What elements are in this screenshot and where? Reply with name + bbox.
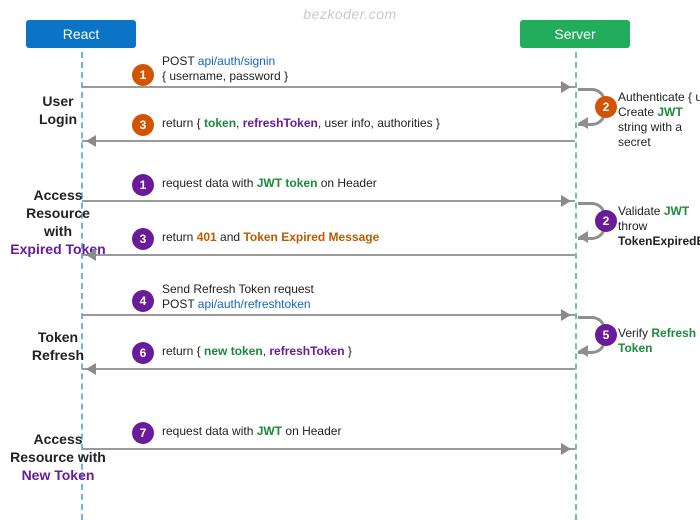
watermark: bezkoder.com: [303, 6, 396, 22]
server-note-authenticate: Authenticate { username, password } Crea…: [618, 90, 700, 150]
msg-refresh-request: 4 Send Refresh Token request POST api/au…: [132, 284, 560, 320]
step-badge-1: 1: [132, 64, 154, 86]
participant-server: Server: [520, 20, 630, 48]
section-expired-token: Access Resource with Expired Token: [0, 186, 124, 258]
step-badge-5: 2: [595, 210, 617, 232]
arrow-left-icon: [82, 254, 575, 256]
msg-request-with-jwt: 1 request data with JWT token on Header: [132, 170, 560, 206]
step-badge-4: 1: [132, 174, 154, 196]
server-note-verify: Verify Refresh Token: [618, 326, 700, 356]
step-badge-3: 3: [132, 114, 154, 136]
msg-return-401: 3 return 401 and Token Expired Message: [132, 224, 560, 260]
arrow-right-icon: [82, 314, 575, 316]
msg-post-signin: 1 POST api/auth/signin { username, passw…: [132, 56, 560, 92]
arrow-right-icon: [82, 86, 575, 88]
step-badge-7: 4: [132, 290, 154, 312]
participant-react: React: [26, 20, 136, 48]
arrow-left-icon: [82, 368, 575, 370]
section-user-login: UserLogin: [0, 92, 124, 128]
step-badge-10: 7: [132, 422, 154, 444]
step-badge-2: 2: [595, 96, 617, 118]
msg-request-with-new-jwt: 7 request data with JWT on Header: [132, 418, 560, 454]
msg-return-tokens: 3 return { token, refreshToken, user inf…: [132, 110, 560, 146]
arrow-right-icon: [82, 200, 575, 202]
section-new-token: Access Resource with New Token: [0, 430, 124, 484]
step-badge-6: 3: [132, 228, 154, 250]
server-note-validate: Validate JWT throw TokenExpiredError: [618, 204, 700, 249]
section-token-refresh: TokenRefresh: [0, 328, 124, 364]
step-badge-9: 6: [132, 342, 154, 364]
msg-return-new-token: 6 return { new token, refreshToken }: [132, 338, 560, 374]
step-badge-8: 5: [595, 324, 617, 346]
arrow-left-icon: [82, 140, 575, 142]
arrow-right-icon: [82, 448, 575, 450]
